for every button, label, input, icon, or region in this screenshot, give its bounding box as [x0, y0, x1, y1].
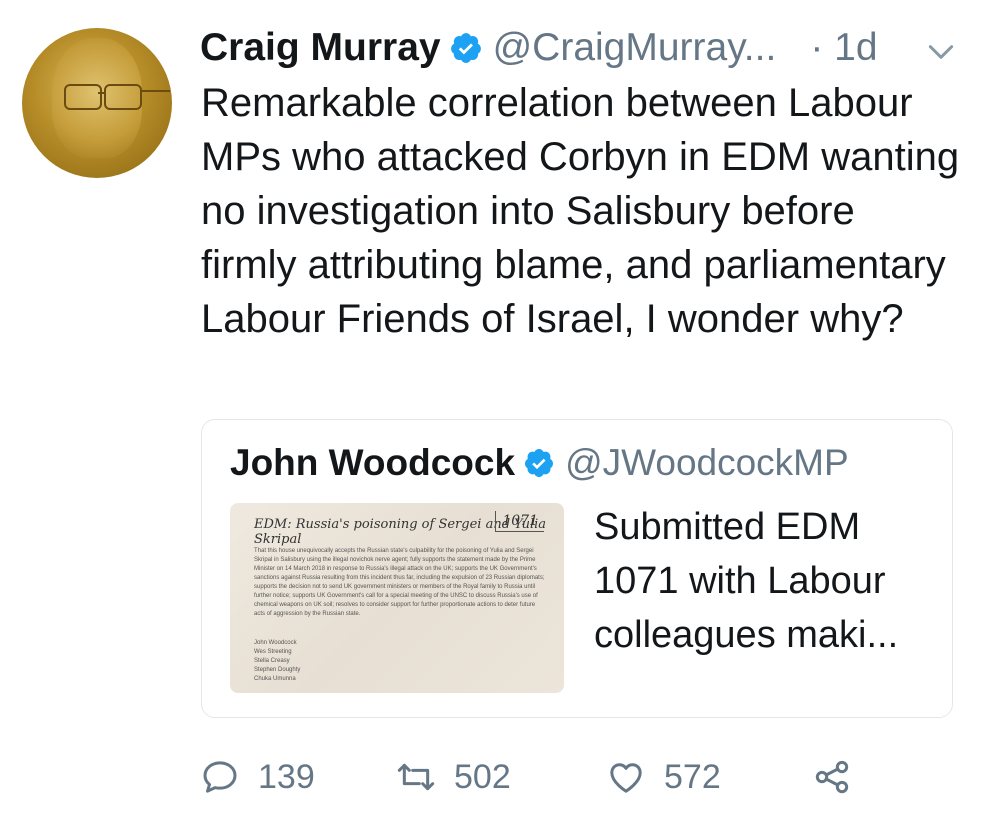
retweet-button[interactable]: 502: [396, 752, 511, 802]
quoted-tweet-image[interactable]: EDM: Russia's poisoning of Sergei and Yu…: [230, 503, 564, 693]
quoted-tweet-text: Submitted EDM 1071 with Labour colleague…: [594, 506, 899, 656]
like-count: 572: [664, 757, 721, 796]
tweet-actions: 139 502 572: [200, 752, 900, 802]
avatar-glasses-right: [104, 84, 142, 110]
reply-count: 139: [258, 757, 315, 796]
share-button[interactable]: [812, 752, 852, 802]
edm-signatories: John Woodcock Wes Streeting Stella Creas…: [254, 639, 300, 684]
retweet-icon: [397, 763, 435, 791]
quoted-author-handle: @JWoodcockMP: [565, 442, 849, 483]
quoted-tweet-card[interactable]: John Woodcock @JWoodcockMP EDM: Russia's…: [201, 419, 953, 718]
signatory: Wes Streeting: [254, 649, 292, 655]
verified-badge-icon: [450, 33, 481, 63]
reply-button[interactable]: 139: [200, 752, 315, 802]
avatar-glasses-left: [64, 84, 102, 110]
author-avatar[interactable]: [22, 28, 172, 178]
author-name[interactable]: Craig Murray: [200, 26, 441, 70]
avatar-glasses-arm: [140, 90, 170, 92]
edm-number: 1071: [495, 511, 544, 532]
verified-badge-icon: [525, 449, 554, 477]
chevron-down-icon[interactable]: [925, 36, 957, 68]
reply-icon: [203, 761, 237, 793]
share-icon: [815, 760, 849, 794]
signatory: John Woodcock: [254, 640, 297, 646]
quoted-tweet-header: John Woodcock @JWoodcockMP: [230, 442, 849, 484]
tweet-timestamp[interactable]: · 1d: [810, 26, 877, 70]
avatar-glasses-bridge: [98, 92, 106, 94]
edm-body-text: That this house unequivocally accepts th…: [254, 548, 545, 617]
quoted-author-name: John Woodcock: [230, 442, 516, 483]
tweet-text: Remarkable correlation between Labour MP…: [201, 81, 960, 341]
retweet-count: 502: [454, 757, 511, 796]
like-icon: [610, 763, 642, 793]
signatory: Stella Creasy: [254, 658, 290, 664]
like-button[interactable]: 572: [606, 752, 721, 802]
author-handle[interactable]: @CraigMurray...: [493, 26, 777, 70]
signatory: Stephen Doughty: [254, 667, 301, 673]
signatory: Chuka Umunna: [254, 676, 296, 682]
tweet-header: Craig Murray @CraigMurray... · 1d: [200, 22, 961, 74]
